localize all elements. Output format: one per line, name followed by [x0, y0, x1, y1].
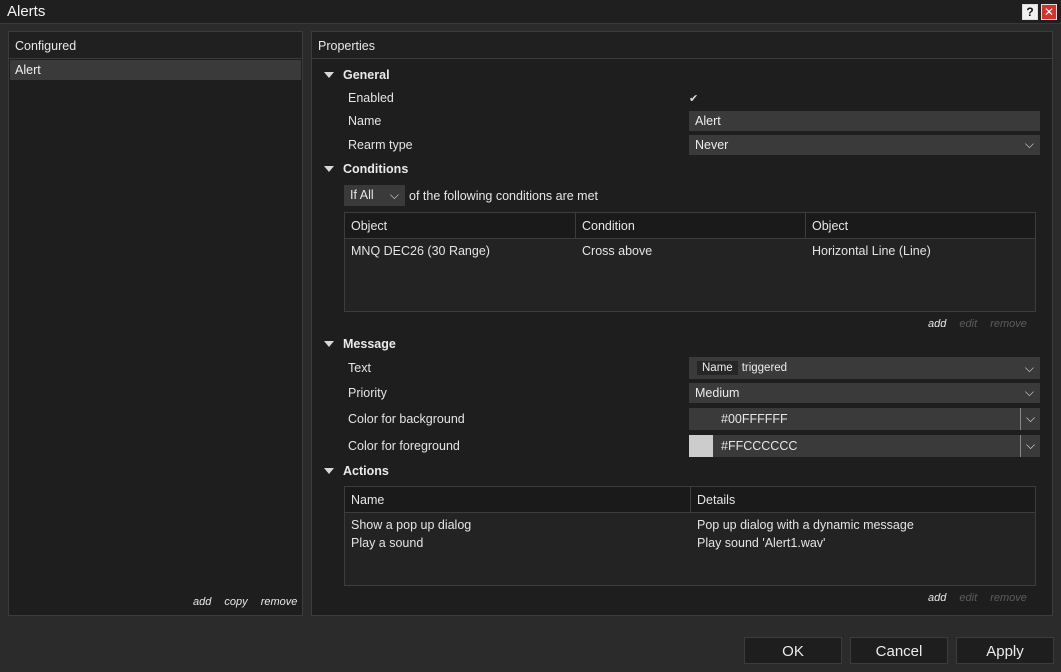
edit-link[interactable]: edit [959, 318, 977, 330]
fg-color-label: Color for foreground [348, 439, 460, 453]
section-title: Actions [343, 464, 389, 478]
table-cell[interactable]: Show a pop up dialog [345, 518, 477, 532]
title-bar: Alerts ? ✕ [0, 0, 1061, 24]
add-link[interactable]: add [928, 318, 946, 330]
close-button[interactable]: ✕ [1041, 4, 1057, 20]
table-cell[interactable]: Horizontal Line (Line) [806, 244, 937, 258]
enabled-checkbox[interactable]: ✔ [689, 92, 698, 105]
bg-color-label: Color for background [348, 412, 465, 426]
add-link[interactable]: add [193, 596, 211, 608]
fg-color-value: #FFCCCCCC [721, 439, 798, 453]
column-header[interactable]: Object [345, 213, 576, 239]
table-cell[interactable]: Pop up dialog with a dynamic message [691, 518, 920, 532]
chevron-down-icon: ⌵ [1024, 385, 1034, 399]
collapse-caret-icon [324, 72, 334, 78]
column-header[interactable]: Name [345, 487, 691, 513]
rearm-type-value: Never [695, 138, 729, 152]
name-label: Name [348, 114, 382, 128]
table-header: Name Details [345, 487, 1035, 513]
configured-header: Configured [9, 32, 302, 59]
remove-link[interactable]: remove [990, 318, 1027, 330]
priority-select[interactable]: Medium ⌵ [689, 383, 1040, 403]
cancel-button[interactable]: Cancel [850, 637, 948, 664]
message-text-select[interactable]: Name triggered ⌵ [689, 357, 1040, 379]
bg-color-picker[interactable]: #00FFFFFF ⌵ [689, 408, 1040, 430]
enabled-label: Enabled [348, 91, 394, 105]
bg-color-swatch[interactable] [689, 408, 713, 430]
chevron-down-icon[interactable]: ⌵ [1020, 435, 1040, 457]
section-message[interactable]: Message [324, 337, 396, 351]
section-conditions[interactable]: Conditions [324, 162, 408, 176]
configured-links: add copy remove [183, 596, 297, 608]
table-header: Object Condition Object [345, 213, 1035, 239]
configured-panel: Configured Alert add copy remove [8, 31, 303, 616]
chevron-down-icon: ⌵ [1024, 361, 1034, 375]
condition-mode-value: If All [350, 188, 374, 202]
actions-links: add edit remove [918, 592, 1027, 604]
priority-value: Medium [695, 386, 740, 400]
column-header[interactable]: Condition [576, 213, 806, 239]
list-item[interactable]: Alert [10, 60, 301, 80]
actions-table: Name Details Show a pop up dialog Pop up… [344, 486, 1036, 586]
properties-panel: Properties General Enabled ✔ Name Alert … [311, 31, 1053, 616]
table-cell[interactable]: Play sound 'Alert1.wav' [691, 536, 831, 550]
chevron-down-icon: ⌵ [389, 188, 399, 202]
ok-button[interactable]: OK [744, 637, 842, 664]
chevron-down-icon: ⌵ [1024, 137, 1034, 151]
add-link[interactable]: add [928, 592, 946, 604]
section-title: General [343, 68, 390, 82]
edit-link[interactable]: edit [959, 592, 977, 604]
condition-mode-suffix: of the following conditions are met [409, 189, 598, 203]
section-actions[interactable]: Actions [324, 464, 389, 478]
column-header[interactable]: Object [806, 213, 1035, 239]
window-title: Alerts [7, 3, 46, 20]
conditions-links: add edit remove [918, 318, 1027, 330]
table-cell[interactable]: MNQ DEC26 (30 Range) [345, 244, 496, 258]
priority-label: Priority [348, 386, 387, 400]
rearm-type-select[interactable]: Never ⌵ [689, 135, 1040, 155]
copy-link[interactable]: copy [224, 596, 247, 608]
apply-button[interactable]: Apply [956, 637, 1054, 664]
properties-header: Properties [312, 32, 1052, 59]
text-label: Text [348, 361, 371, 375]
name-input[interactable]: Alert [689, 111, 1040, 131]
collapse-caret-icon [324, 166, 334, 172]
fg-color-picker[interactable]: #FFCCCCCC ⌵ [689, 435, 1040, 457]
conditions-table: Object Condition Object MNQ DEC26 (30 Ra… [344, 212, 1036, 312]
message-text-value: triggered [741, 362, 788, 374]
column-header[interactable]: Details [691, 487, 1035, 513]
table-cell[interactable]: Play a sound [345, 536, 429, 550]
rearm-type-label: Rearm type [348, 138, 413, 152]
name-token-chip: Name [697, 361, 738, 375]
bg-color-value: #00FFFFFF [721, 412, 788, 426]
fg-color-swatch[interactable] [689, 435, 713, 457]
section-general[interactable]: General [324, 68, 390, 82]
section-title: Message [343, 337, 396, 351]
table-cell[interactable]: Cross above [576, 244, 658, 258]
section-title: Conditions [343, 162, 409, 176]
chevron-down-icon[interactable]: ⌵ [1020, 408, 1040, 430]
collapse-caret-icon [324, 468, 334, 474]
remove-link[interactable]: remove [990, 592, 1027, 604]
condition-mode-select[interactable]: If All ⌵ [344, 185, 405, 206]
collapse-caret-icon [324, 341, 334, 347]
remove-link[interactable]: remove [261, 596, 298, 608]
help-button[interactable]: ? [1022, 4, 1038, 20]
